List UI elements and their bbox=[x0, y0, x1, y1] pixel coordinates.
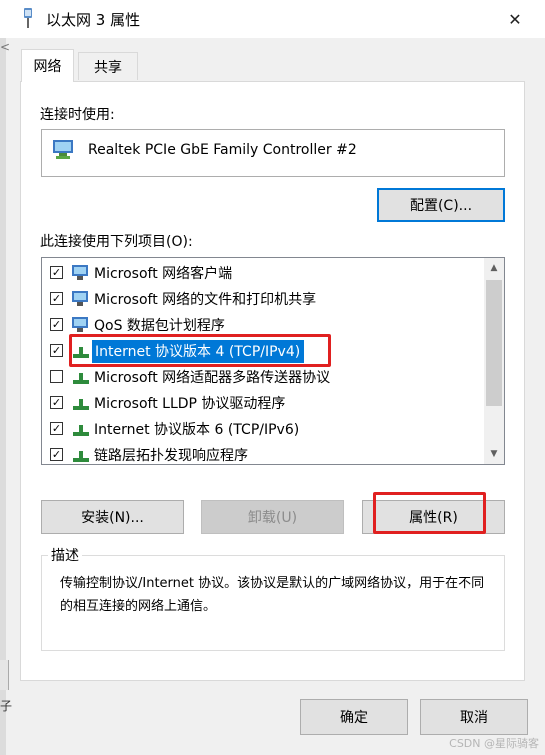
tab-label: 网络 bbox=[33, 59, 62, 75]
configure-button[interactable]: 配置(C)... bbox=[377, 188, 505, 222]
ethernet-icon bbox=[24, 8, 32, 28]
checkbox[interactable] bbox=[50, 370, 63, 383]
checkbox[interactable]: ✓ bbox=[50, 396, 63, 409]
network-client-icon bbox=[72, 317, 88, 332]
highlight-box-ipv4 bbox=[69, 334, 331, 367]
description-text: 传输控制协议/Internet 协议。该协议是默认的广域网络协议，用于在不同的相… bbox=[60, 576, 485, 614]
ok-button[interactable]: 确定 bbox=[300, 699, 408, 735]
adapter-icon bbox=[53, 140, 73, 159]
list-item[interactable]: ✓ 链路层拓扑发现响应程序 bbox=[42, 442, 482, 464]
description-legend: 描述 bbox=[48, 545, 82, 565]
checkbox[interactable]: ✓ bbox=[50, 266, 63, 279]
network-client-icon bbox=[72, 265, 88, 280]
background-fragment-panel bbox=[0, 660, 9, 690]
protocol-icon bbox=[73, 425, 89, 436]
highlight-box-properties bbox=[373, 492, 486, 534]
checkbox[interactable]: ✓ bbox=[50, 344, 63, 357]
list-item[interactable]: ✓ Microsoft 网络客户端 bbox=[42, 260, 482, 286]
items-label: 此连接使用下列项目(O): bbox=[40, 234, 193, 250]
protocol-icon bbox=[73, 399, 89, 410]
background-fragment-text: 子 bbox=[0, 699, 13, 713]
protocol-icon bbox=[73, 451, 89, 462]
network-client-icon bbox=[72, 291, 88, 306]
checkbox[interactable]: ✓ bbox=[50, 422, 63, 435]
close-button[interactable]: ✕ bbox=[495, 4, 535, 34]
list-item[interactable]: ✓ Microsoft 网络的文件和打印机共享 bbox=[42, 286, 482, 312]
connect-using-label: 连接时使用: bbox=[40, 107, 115, 123]
background-fragment: < bbox=[0, 40, 11, 54]
background-window-edge bbox=[0, 38, 6, 755]
close-icon: ✕ bbox=[508, 9, 522, 29]
list-item-label: Microsoft LLDP 协议驱动程序 bbox=[94, 396, 286, 412]
list-item-label: 链路层拓扑发现响应程序 bbox=[94, 448, 248, 464]
scroll-thumb[interactable] bbox=[486, 280, 502, 406]
tab-label: 共享 bbox=[94, 59, 122, 76]
list-item-label: QoS 数据包计划程序 bbox=[94, 318, 225, 334]
tab-network[interactable]: 网络 bbox=[21, 49, 74, 82]
list-item[interactable]: ✓ Microsoft LLDP 协议驱动程序 bbox=[42, 390, 482, 416]
install-button[interactable]: 安装(N)... bbox=[41, 500, 184, 534]
window-title: 以太网 3 属性 bbox=[46, 11, 141, 29]
list-item[interactable]: ✓ Internet 协议版本 6 (TCP/IPv6) bbox=[42, 416, 482, 442]
checkbox[interactable]: ✓ bbox=[50, 318, 63, 331]
tab-sharing[interactable]: 共享 bbox=[78, 52, 138, 80]
watermark: CSDN @星际骑客 bbox=[449, 737, 539, 750]
scroll-up-icon[interactable]: ▲ bbox=[484, 258, 504, 278]
adapter-name: Realtek PCIe GbE Family Controller #2 bbox=[88, 142, 357, 158]
checkbox[interactable]: ✓ bbox=[50, 448, 63, 461]
list-item-label: Microsoft 网络适配器多路传送器协议 bbox=[94, 370, 331, 386]
cancel-button[interactable]: 取消 bbox=[420, 699, 528, 735]
uninstall-button[interactable]: 卸载(U) bbox=[201, 500, 344, 534]
list-item-label: Microsoft 网络的文件和打印机共享 bbox=[94, 292, 317, 308]
scroll-down-icon[interactable]: ▼ bbox=[484, 444, 504, 464]
protocol-icon bbox=[73, 373, 89, 384]
checkbox[interactable]: ✓ bbox=[50, 292, 63, 305]
list-item-label: Microsoft 网络客户端 bbox=[94, 266, 233, 282]
list-item[interactable]: Microsoft 网络适配器多路传送器协议 bbox=[42, 364, 482, 390]
list-item-label: Internet 协议版本 6 (TCP/IPv6) bbox=[94, 422, 300, 438]
